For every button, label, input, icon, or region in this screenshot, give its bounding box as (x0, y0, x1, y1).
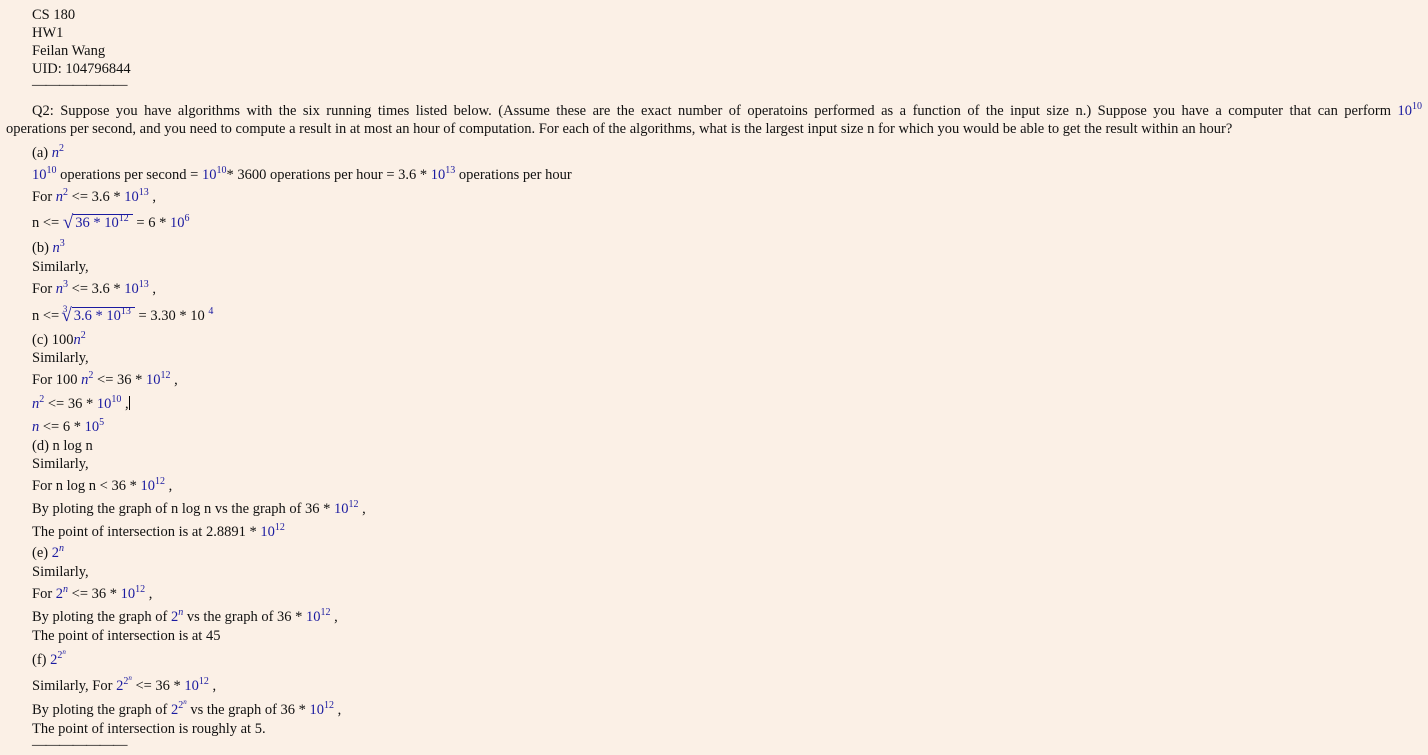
part-d-intersection: The point of intersection is at 2.8891 *… (32, 522, 285, 541)
part-c-label: (c) 100n2 (32, 330, 86, 349)
part-c-step3: n <= 6 * 105 (32, 417, 105, 436)
part-f-plot: By ploting the graph of 22n vs the graph… (32, 698, 342, 719)
part-d-plot: By ploting the graph of n log n vs the g… (32, 499, 366, 518)
part-e-for: For 2n <= 36 * 1012 , (32, 584, 153, 603)
text-cursor (128, 396, 130, 410)
author-name: Feilan Wang (32, 43, 106, 59)
part-c-step2: n2 <= 36 * 1010 , (32, 394, 130, 412)
part-f-label: (f) 22n (32, 648, 66, 669)
part-e-intersection: The point of intersection is at 45 (32, 628, 221, 644)
divider-bottom: ——————— (32, 737, 127, 753)
part-e-plot: By ploting the graph of 2n vs the graph … (32, 607, 338, 626)
hw-title: HW1 (32, 25, 64, 41)
part-d-similarly: Similarly, (32, 456, 89, 472)
question-text-1: Q2: Suppose you have algorithms with the… (32, 103, 1392, 119)
part-b-label: (b) n3 (32, 238, 65, 257)
part-b-for: For n3 <= 3.6 * 1013 , (32, 279, 157, 298)
part-a-for: For n2 <= 3.6 * 1013 , (32, 187, 157, 206)
part-e-label: (e) 2n (32, 543, 64, 562)
part-c-similarly: Similarly, (32, 350, 89, 366)
part-a-result: n <= √ 36 * 1012 = 6 * 106 (32, 212, 190, 233)
part-a-label: (a) n2 (32, 143, 64, 162)
part-a-ops: 1010 operations per second = 1010* 3600 … (32, 165, 572, 184)
part-e-similarly: Similarly, (32, 564, 89, 580)
part-d-label: (d) n log n (32, 438, 93, 454)
sqrt-icon: √ (62, 212, 74, 233)
part-c-for: For 100 n2 <= 36 * 1012 , (32, 370, 178, 389)
part-b-similarly: Similarly, (32, 259, 89, 275)
part-b-result: n <= 3√ 3.6 * 1013 = 3.30 * 10 4 (32, 304, 214, 326)
divider-top: ——————— (32, 77, 127, 93)
math-10-10: 1010 (1397, 101, 1423, 120)
question-line-2: operations per second, and you need to c… (6, 121, 1233, 137)
course-title: CS 180 (32, 7, 76, 23)
question-line-1: Q2: Suppose you have algorithms with the… (32, 102, 1422, 120)
part-f-for: Similarly, For 22n <= 36 * 1012 , (32, 674, 217, 695)
cube-root-icon: √ (61, 305, 72, 326)
part-d-for: For n log n < 36 * 1012 , (32, 476, 173, 495)
